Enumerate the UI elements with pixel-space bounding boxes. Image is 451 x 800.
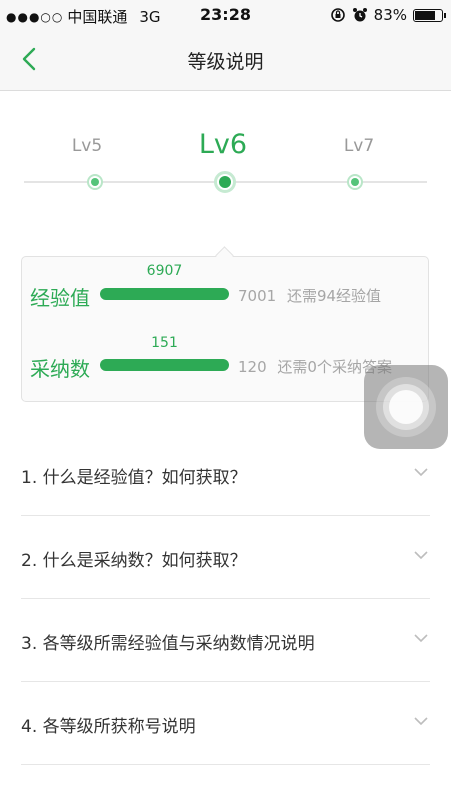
experience-label: 经验值 (30, 286, 90, 310)
experience-value: 6907 (146, 263, 183, 279)
status-bar: ●●●○○ 中国联通 3G 23:28 83% (0, 0, 451, 30)
battery-icon (413, 8, 446, 22)
faq-item-text: 2. 什么是采纳数？如何获取？ (21, 551, 247, 571)
chevron-down-icon (414, 717, 428, 726)
level-current-node (214, 171, 236, 193)
nav-bar: 等级说明 (0, 30, 451, 91)
adoption-target-value: 120 (238, 358, 267, 376)
rotation-lock-icon (330, 8, 345, 22)
page-title: 等级说明 (187, 51, 264, 73)
chevron-down-icon (414, 634, 428, 643)
experience-hint: 还需94经验值 (286, 287, 382, 305)
experience-bar (100, 288, 229, 300)
level-next-label: Lv7 (343, 136, 375, 156)
level-current-label: Lv6 (198, 129, 248, 160)
experience-target-value: 7001 (238, 287, 277, 305)
faq-item-text: 1. 什么是经验值？如何获取？ (21, 468, 247, 488)
level-prev-label: Lv5 (71, 136, 103, 156)
faq-item-1[interactable]: 1. 什么是经验值？如何获取？ (21, 433, 430, 516)
level-next-node (347, 174, 363, 190)
alarm-icon (352, 8, 367, 22)
adoption-label: 采纳数 (30, 357, 90, 381)
adoption-bar (100, 359, 229, 371)
experience-target: 7001 还需94经验值 (238, 285, 381, 306)
chevron-down-icon (414, 551, 428, 560)
faq-item-text: 4. 各等级所获称号说明 (21, 717, 196, 737)
battery-percent: 83% (373, 6, 407, 24)
adoption-value: 151 (151, 335, 178, 351)
faq-item-4[interactable]: 4. 各等级所获称号说明 (21, 682, 430, 765)
level-prev-node (87, 174, 103, 190)
faq-item-2[interactable]: 2. 什么是采纳数？如何获取？ (21, 516, 430, 599)
faq-item-3[interactable]: 3. 各等级所需经验值与采纳数情况说明 (21, 599, 430, 682)
faq-item-text: 3. 各等级所需经验值与采纳数情况说明 (21, 634, 315, 654)
status-right: 83% (330, 6, 446, 24)
chevron-down-icon (414, 468, 428, 477)
